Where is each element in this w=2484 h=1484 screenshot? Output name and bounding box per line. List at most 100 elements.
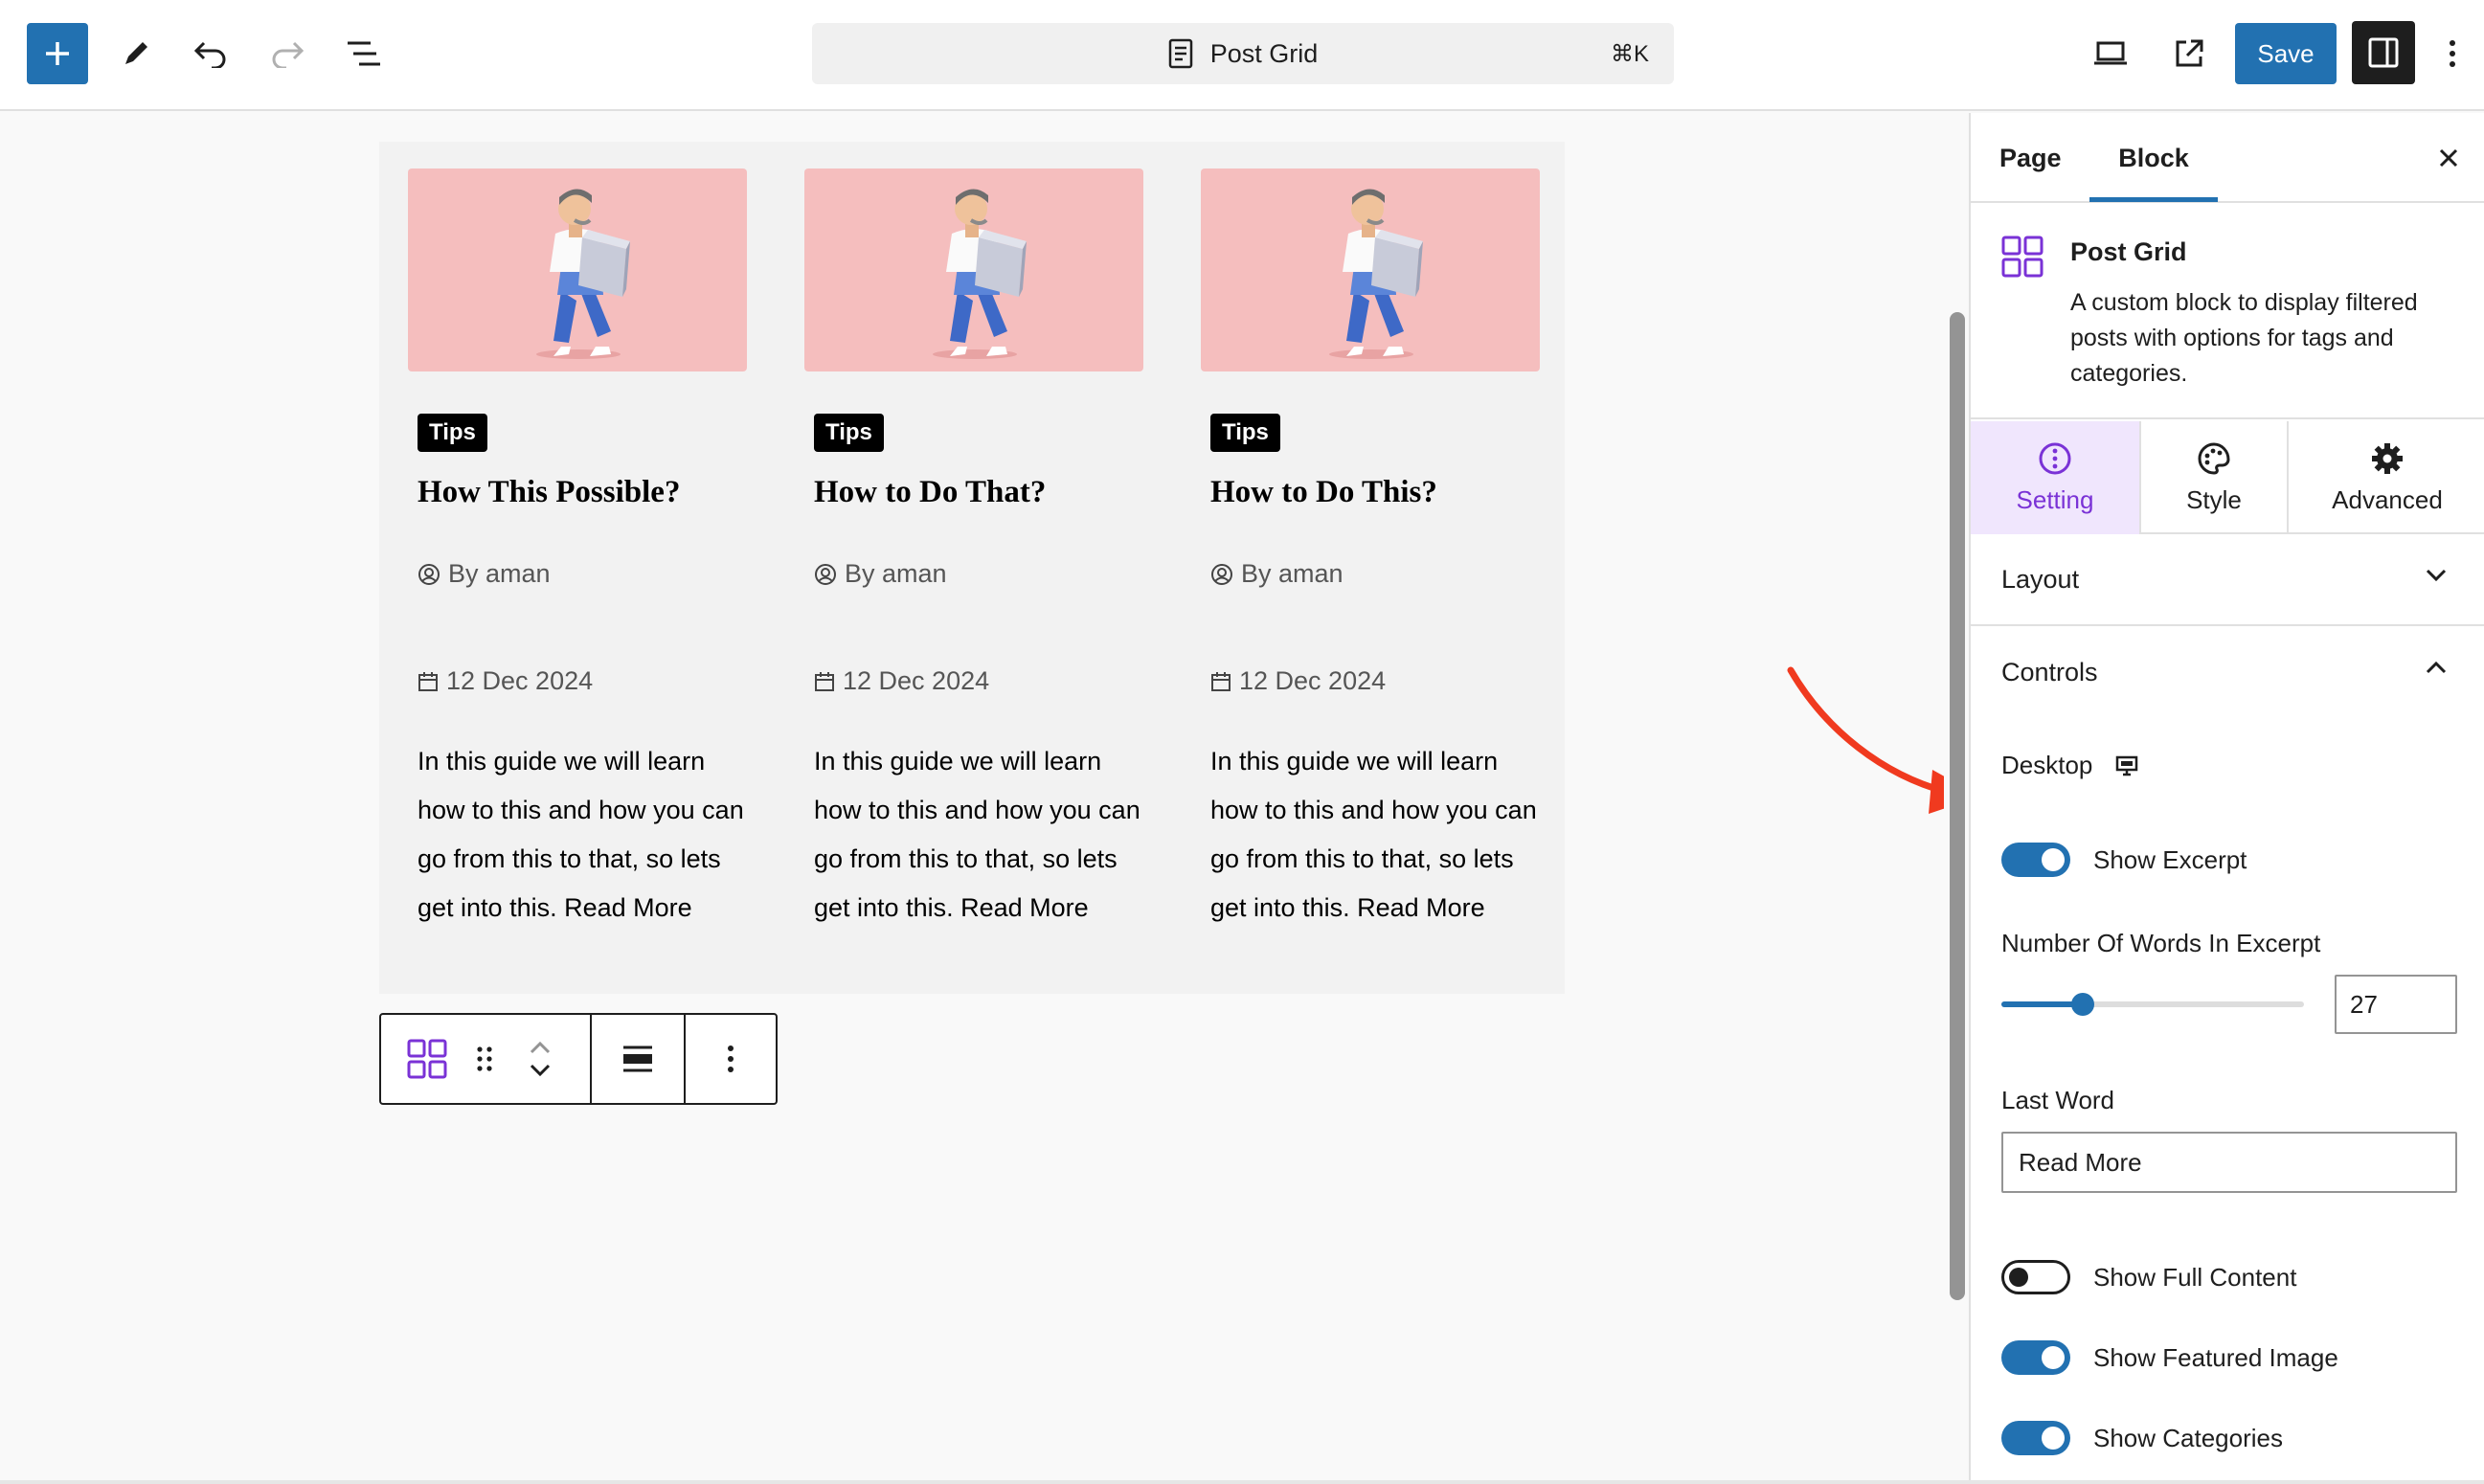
more-vertical-icon (2450, 40, 2455, 67)
block-type-button[interactable] (395, 1015, 460, 1103)
external-link-icon (2176, 39, 2203, 67)
list-view-icon (348, 41, 380, 66)
show-full-content-label: Show Full Content (2093, 1262, 2297, 1292)
tab-block[interactable]: Block (2089, 113, 2218, 203)
settings-sidebar-toggle[interactable] (2352, 21, 2415, 84)
block-options-button[interactable] (686, 1015, 776, 1103)
drag-handle[interactable] (463, 1015, 506, 1103)
laptop-icon (2094, 41, 2127, 65)
sidebar-tabs: Page Block (1971, 113, 2484, 203)
show-categories-toggle[interactable] (2001, 1421, 2070, 1455)
words-slider[interactable] (2001, 993, 2304, 1016)
tab-setting[interactable]: Setting (1971, 421, 2139, 534)
post-author: By aman (814, 559, 947, 589)
show-full-content-toggle[interactable] (2001, 1260, 2070, 1294)
post-card[interactable]: Tips How This Possible? By aman 12 Dec 2… (379, 142, 747, 994)
save-button[interactable]: Save (2235, 23, 2337, 84)
tools-button[interactable] (105, 23, 167, 84)
document-overview-button[interactable] (333, 23, 395, 84)
show-featured-image-row: Show Featured Image (2001, 1340, 2338, 1375)
pencil-icon (125, 42, 147, 64)
category-badge[interactable]: Tips (814, 414, 884, 452)
info-settings-icon (2039, 442, 2071, 474)
post-excerpt: In this guide we will learn how to this … (418, 747, 744, 922)
post-card[interactable]: Tips How to Do This? By aman 12 Dec 2024… (1172, 142, 1540, 994)
words-number-input[interactable]: 27 (2335, 975, 2457, 1034)
block-name: Post Grid (2070, 237, 2187, 266)
options-menu-button[interactable] (2427, 23, 2478, 84)
command-palette-bar[interactable]: Post Grid ⌘K (812, 23, 1674, 84)
tab-advanced[interactable]: Advanced (2287, 421, 2484, 534)
category-badge[interactable]: Tips (418, 414, 487, 452)
user-icon (418, 563, 440, 585)
command-center: Post Grid (812, 23, 1674, 84)
tab-advanced-label: Advanced (2332, 484, 2443, 514)
featured-image (1201, 169, 1540, 371)
more-vertical-icon (728, 1046, 734, 1072)
show-excerpt-label: Show Excerpt (2093, 844, 2247, 874)
calendar-icon (815, 671, 834, 691)
preview-device-button[interactable] (2080, 23, 2141, 84)
character-illustration (933, 189, 1027, 359)
user-icon (1211, 563, 1232, 585)
gear-icon (2372, 442, 2403, 474)
words-slider-handle[interactable] (2071, 993, 2095, 1016)
undo-icon (193, 41, 226, 68)
active-tab-indicator (2089, 197, 2218, 202)
close-sidebar-button[interactable] (2428, 138, 2469, 178)
block-toolbar (379, 1013, 778, 1105)
post-title[interactable]: How This Possible? (418, 475, 680, 510)
post-date: 12 Dec 2024 (1210, 666, 1386, 696)
layout-panel-toggle[interactable]: Layout (1971, 534, 2484, 626)
chevron-up-icon[interactable] (529, 1041, 552, 1054)
inspector-sub-tabs: Setting Style Advanced (1971, 421, 2484, 534)
close-icon (2439, 148, 2458, 168)
canvas-scrollbar-thumb[interactable] (1950, 312, 1965, 1300)
grid-block-icon (2001, 236, 2044, 278)
editor-top-toolbar: Post Grid ⌘K Save (0, 0, 2484, 111)
tab-page[interactable]: Page (1999, 113, 2062, 203)
block-description: A custom block to display filtered posts… (2070, 289, 2418, 387)
author-text: By aman (845, 559, 947, 588)
featured-image (408, 169, 747, 371)
post-card[interactable]: Tips How to Do That? By aman 12 Dec 2024… (776, 142, 1143, 994)
post-excerpt: In this guide we will learn how to this … (1210, 747, 1537, 922)
undo-button[interactable] (180, 23, 241, 84)
chevron-up-icon (2426, 661, 2447, 674)
last-word-label: Last Word (2001, 1086, 2115, 1114)
redo-button[interactable] (257, 23, 318, 84)
add-block-button[interactable] (27, 23, 88, 84)
calendar-icon (418, 671, 438, 691)
tab-style-label: Style (2186, 484, 2242, 514)
move-block-buttons[interactable] (509, 1015, 571, 1103)
character-illustration (1329, 189, 1423, 359)
device-label: Desktop (2001, 751, 2093, 779)
sidebar-icon (2368, 37, 2399, 68)
date-text: 12 Dec 2024 (1239, 666, 1387, 695)
show-full-content-row: Show Full Content (2001, 1260, 2296, 1294)
last-word-input[interactable]: Read More (2001, 1132, 2457, 1193)
post-title[interactable]: How to Do That? (814, 475, 1046, 510)
tab-style[interactable]: Style (2139, 421, 2287, 534)
palette-icon (2198, 441, 2230, 475)
chevron-down-icon[interactable] (529, 1064, 552, 1077)
command-shortcut: ⌘K (1610, 40, 1649, 67)
show-featured-image-toggle[interactable] (2001, 1340, 2070, 1375)
post-excerpt: In this guide we will learn how to this … (814, 747, 1140, 922)
settings-sidebar: Page Block Post Grid A custom block to d… (1969, 113, 2484, 1482)
controls-panel-title: Controls (2001, 657, 2098, 686)
author-text: By aman (1241, 559, 1344, 588)
post-title[interactable]: How to Do This? (1210, 475, 1437, 510)
view-page-button[interactable] (2158, 23, 2220, 84)
align-button[interactable] (592, 1015, 684, 1103)
redo-icon (272, 41, 305, 68)
show-categories-label: Show Categories (2093, 1423, 2283, 1452)
controls-panel-toggle[interactable]: Controls (1971, 626, 2484, 718)
show-excerpt-toggle[interactable] (2001, 843, 2070, 877)
show-featured-image-label: Show Featured Image (2093, 1342, 2338, 1372)
post-author: By aman (1210, 559, 1344, 589)
category-badge[interactable]: Tips (1210, 414, 1280, 452)
post-grid-block[interactable]: Tips How This Possible? By aman 12 Dec 2… (379, 142, 1565, 994)
device-selector[interactable]: Desktop (2001, 751, 2138, 780)
featured-image (804, 169, 1143, 371)
